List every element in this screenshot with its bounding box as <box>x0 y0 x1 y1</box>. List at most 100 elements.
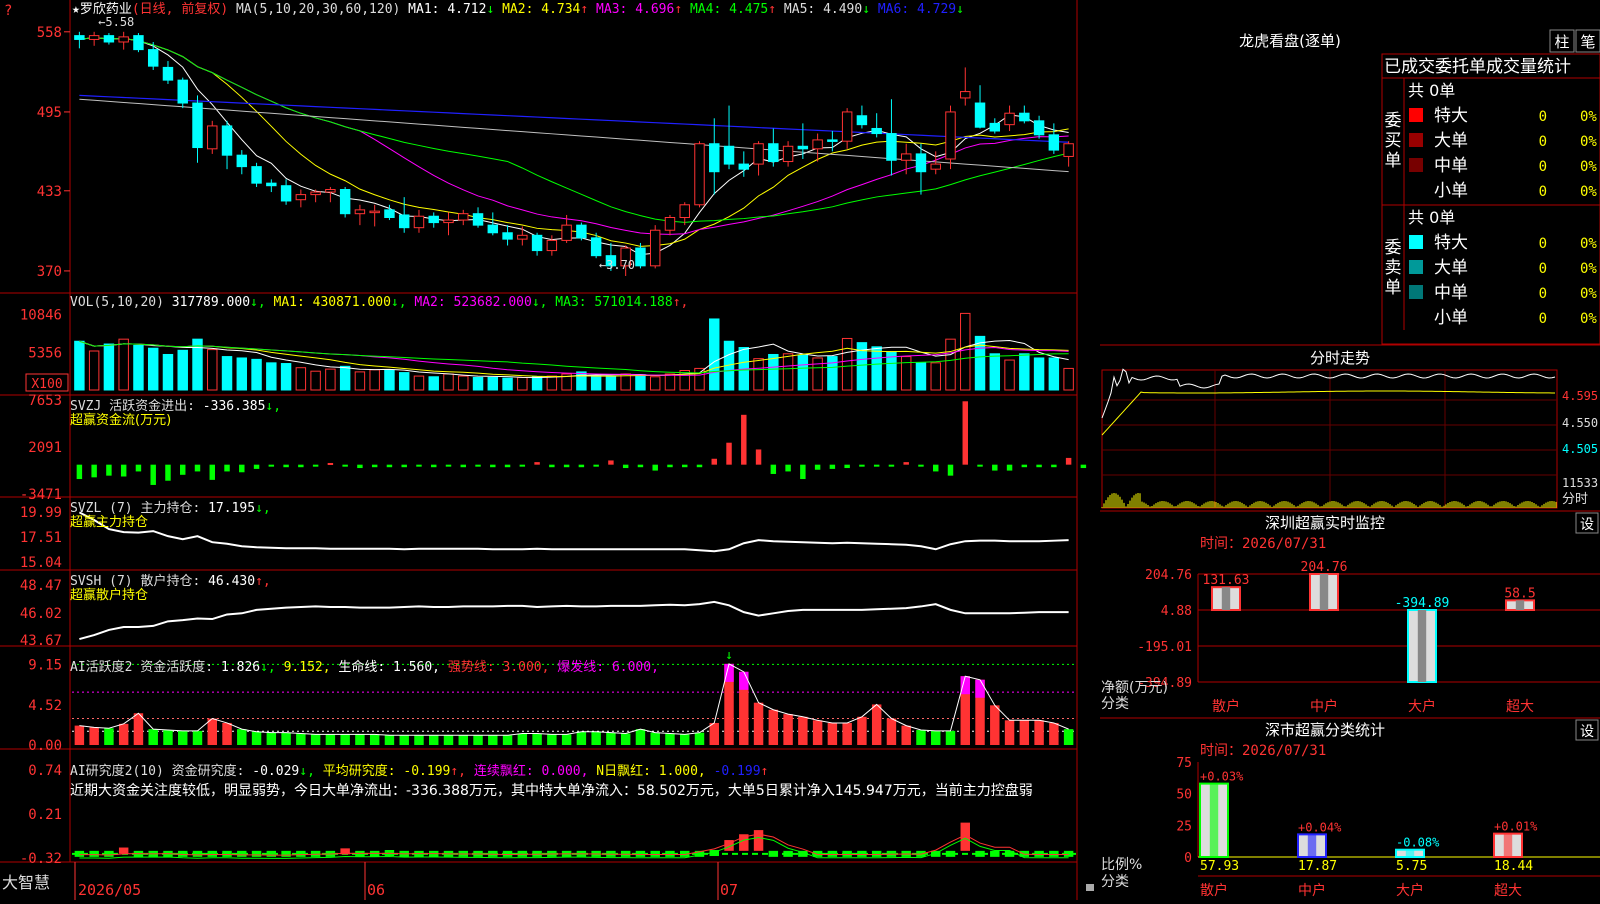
ai-yjd-bar[interactable] <box>857 850 867 857</box>
candle-body[interactable] <box>251 166 262 184</box>
volume-bar[interactable] <box>147 347 159 391</box>
svzj-bar[interactable] <box>386 464 393 468</box>
ai-yjd-bar[interactable] <box>74 850 85 857</box>
ai-hyd-bar[interactable] <box>931 730 941 745</box>
volume-bar[interactable] <box>177 349 188 391</box>
candle-body[interactable] <box>797 145 809 150</box>
ai-hyd-bar[interactable] <box>237 729 247 745</box>
candle-body[interactable] <box>221 125 233 156</box>
svzj-bar[interactable] <box>829 464 836 469</box>
ai-yjd-bar[interactable] <box>1049 850 1059 857</box>
candle-body[interactable] <box>738 163 750 170</box>
volume-bar[interactable] <box>945 338 956 391</box>
svzj-bar[interactable] <box>563 464 570 468</box>
candle-body[interactable] <box>147 49 159 67</box>
candle-body[interactable] <box>413 215 425 229</box>
candle-body[interactable] <box>266 182 277 187</box>
candle-body[interactable] <box>1019 112 1030 122</box>
volume-bar[interactable] <box>88 350 100 391</box>
candle-body[interactable] <box>502 232 513 240</box>
ai-yjd-bar[interactable] <box>768 850 779 857</box>
svzj-bar[interactable] <box>475 464 481 467</box>
svzj-bar[interactable] <box>312 464 319 467</box>
svzj-bar[interactable] <box>504 464 511 468</box>
svzj-bar[interactable] <box>180 464 186 475</box>
svzj-bar[interactable] <box>534 462 540 465</box>
candle-body[interactable] <box>590 237 602 257</box>
ai-hyd-bar[interactable] <box>812 720 823 745</box>
candle-body[interactable] <box>694 143 705 206</box>
volume-bar[interactable] <box>649 376 661 391</box>
volume-bar[interactable] <box>989 353 1001 391</box>
svzj-bar[interactable] <box>1080 464 1087 469</box>
ai-hyd-bar[interactable] <box>89 727 99 745</box>
volume-bar[interactable] <box>251 358 262 391</box>
candle-body[interactable] <box>723 145 735 165</box>
ai-yjd-bar[interactable] <box>812 850 823 857</box>
ai-hyd-bar[interactable] <box>517 733 528 745</box>
svzj-bar[interactable] <box>755 449 762 465</box>
candle-body[interactable] <box>133 35 144 51</box>
ai-hyd-bar[interactable] <box>1004 720 1015 745</box>
candle-body[interactable] <box>635 247 646 267</box>
volume-bar[interactable] <box>960 312 971 391</box>
ai-yjd-bar[interactable] <box>296 850 306 857</box>
svzj-bar[interactable] <box>431 464 437 468</box>
candle-body[interactable] <box>915 153 927 173</box>
ai-yjd-bar[interactable] <box>1063 850 1074 857</box>
candle-body[interactable] <box>118 36 129 43</box>
svzj-bar[interactable] <box>357 464 363 469</box>
candle-body[interactable] <box>900 153 912 161</box>
volume-bar[interactable] <box>974 335 986 391</box>
candle-body[interactable] <box>192 102 203 149</box>
ai-hyd-bar[interactable] <box>591 731 601 745</box>
ai-hyd-bar[interactable] <box>783 714 793 745</box>
svzj-bar[interactable] <box>888 464 895 467</box>
ai-hyd-bar[interactable] <box>296 733 306 745</box>
ai-yjd-bar[interactable] <box>827 850 838 857</box>
svzj-bar[interactable] <box>593 464 599 467</box>
volume-bar[interactable] <box>369 369 380 391</box>
svzj-bar[interactable] <box>711 458 717 465</box>
volume-bar[interactable] <box>620 373 631 391</box>
svzj-bar[interactable] <box>549 464 555 468</box>
ai-yjd-bar[interactable] <box>237 850 247 857</box>
svzj-bar[interactable] <box>903 462 909 465</box>
volume-bar[interactable] <box>398 372 410 391</box>
ai-hyd-bar[interactable] <box>635 729 646 745</box>
volume-bar[interactable] <box>295 367 307 391</box>
candle-body[interactable] <box>443 219 454 224</box>
svzj-bar[interactable] <box>445 464 452 467</box>
svzj-bar[interactable] <box>947 464 954 476</box>
volume-bar[interactable] <box>797 354 809 391</box>
ai-hyd-bar[interactable] <box>842 722 852 745</box>
svzj-bar[interactable] <box>76 464 83 480</box>
candle-body[interactable] <box>768 143 779 163</box>
volume-bar[interactable] <box>428 376 439 391</box>
ai-hyd-bar[interactable] <box>990 705 1000 745</box>
volume-bar[interactable] <box>930 362 941 391</box>
ai-hyd-bar[interactable] <box>1063 729 1074 745</box>
svzj-bar[interactable] <box>283 464 289 468</box>
ai-yjd-bar[interactable] <box>975 850 985 857</box>
svzj-bar[interactable] <box>342 464 348 467</box>
ai-yjd-bar[interactable] <box>251 850 262 857</box>
ai-hyd-bar[interactable] <box>665 733 675 745</box>
ai-hyd-bar[interactable] <box>310 734 321 745</box>
candle-body[interactable] <box>472 213 484 226</box>
volume-bar[interactable] <box>162 353 174 391</box>
ai-yjd-bar[interactable] <box>945 850 956 857</box>
volume-bar[interactable] <box>472 376 484 391</box>
svzj-bar[interactable] <box>696 464 703 468</box>
svzj-bar[interactable] <box>637 464 644 468</box>
candle-body[interactable] <box>103 35 115 43</box>
svzj-bar[interactable] <box>578 464 585 468</box>
ai-yjd-bar[interactable] <box>502 850 513 857</box>
volume-bar[interactable] <box>900 356 912 391</box>
candle-body[interactable] <box>753 143 764 165</box>
volume-bar[interactable] <box>74 340 85 391</box>
candle-body[interactable] <box>325 189 336 193</box>
ai-hyd-bar[interactable] <box>118 723 129 745</box>
ai-yjd-bar[interactable] <box>266 850 277 857</box>
candle-body[interactable] <box>827 139 838 142</box>
